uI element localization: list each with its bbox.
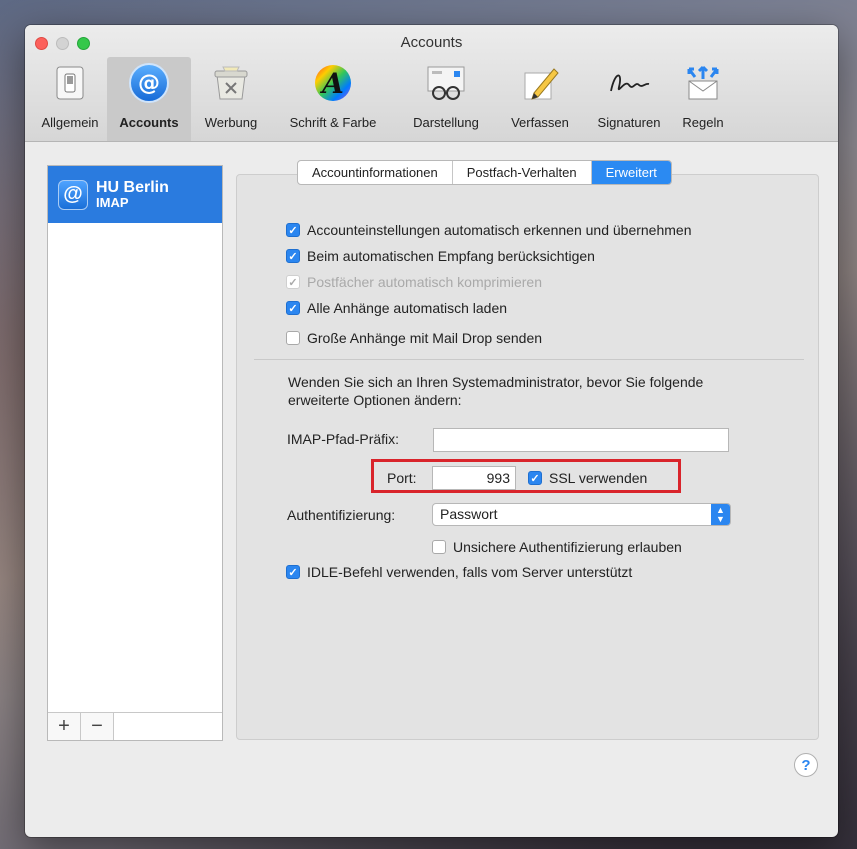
checkbox-checked-icon[interactable]: ✓ <box>286 565 300 579</box>
option-label: IDLE-Befehl verwenden, falls vom Server … <box>307 564 633 580</box>
account-list-buttons: + − <box>48 712 222 740</box>
auth-selected-value: Passwort <box>440 506 498 522</box>
font-color-icon: A <box>311 61 355 105</box>
option-label: Große Anhänge mit Mail Drop senden <box>307 330 543 346</box>
toolbar-item-werbung[interactable]: Werbung <box>191 57 271 141</box>
account-text: HU Berlin IMAP <box>96 179 169 210</box>
signature-icon <box>607 61 651 105</box>
checkbox-checked-icon[interactable]: ✓ <box>286 301 300 315</box>
section-divider <box>254 359 804 360</box>
imap-prefix-label: IMAP-Pfad-Präfix: <box>287 431 400 447</box>
remove-account-button[interactable]: − <box>81 713 114 740</box>
toolbar-item-darstellung[interactable]: Darstellung <box>395 57 497 141</box>
auth-select[interactable]: Passwort ▲ ▼ <box>432 503 731 526</box>
toolbar-item-verfassen[interactable]: Verfassen <box>497 57 583 141</box>
option-idle[interactable]: ✓ IDLE-Befehl verwenden, falls vom Serve… <box>286 564 632 580</box>
account-list: @ HU Berlin IMAP + − <box>47 165 223 741</box>
option-label: Postfächer automatisch komprimieren <box>307 274 542 290</box>
ssl-label: SSL verwenden <box>549 470 648 486</box>
option-label: Beim automatischen Empfang berücksichtig… <box>307 248 595 264</box>
junk-mail-icon <box>209 61 253 105</box>
glasses-icon <box>424 61 468 105</box>
checkbox-unchecked-icon[interactable] <box>432 540 446 554</box>
accounts-window: Accounts Allgemein @ Accounts Werbung A … <box>25 25 838 837</box>
option-label: Accounteinstellungen automatisch erkenne… <box>307 222 692 238</box>
port-label: Port: <box>387 470 417 486</box>
checkbox-checked-icon[interactable]: ✓ <box>286 223 300 237</box>
option-include-auto-fetch[interactable]: ✓ Beim automatischen Empfang berücksicht… <box>286 248 595 264</box>
add-account-button[interactable]: + <box>48 713 81 740</box>
checkbox-checked-icon[interactable]: ✓ <box>528 471 542 485</box>
tab-accountinformationen[interactable]: Accountinformationen <box>298 161 453 184</box>
option-mail-drop[interactable]: Große Anhänge mit Mail Drop senden <box>286 330 542 346</box>
checkbox-disabled-icon: ✓ <box>286 275 300 289</box>
at-sign-icon: @ <box>127 61 171 105</box>
help-button[interactable]: ? <box>794 753 818 777</box>
auth-label: Authentifizierung: <box>287 507 396 523</box>
pencil-icon <box>518 61 562 105</box>
tab-erweitert[interactable]: Erweitert <box>591 161 671 184</box>
imap-prefix-field[interactable] <box>433 428 729 452</box>
account-name: HU Berlin <box>96 179 169 196</box>
toolbar-item-regeln[interactable]: Regeln <box>675 57 731 141</box>
tab-postfach-verhalten[interactable]: Postfach-Verhalten <box>453 161 592 184</box>
svg-text:@: @ <box>138 71 160 96</box>
option-insecure-auth[interactable]: Unsichere Authentifizierung erlauben <box>432 539 682 555</box>
option-download-attachments[interactable]: ✓ Alle Anhänge automatisch laden <box>286 300 507 316</box>
chevron-up-down-icon: ▲ ▼ <box>711 504 730 525</box>
titlebar: Accounts Allgemein @ Accounts Werbung A … <box>25 25 838 142</box>
checkbox-checked-icon[interactable]: ✓ <box>286 249 300 263</box>
tab-bar: Accountinformationen Postfach-Verhalten … <box>297 160 672 185</box>
toolbar-item-allgemein[interactable]: Allgemein <box>33 57 107 141</box>
option-label: Unsichere Authentifizierung erlauben <box>453 539 682 555</box>
switch-icon <box>48 61 92 105</box>
option-auto-detect[interactable]: ✓ Accounteinstellungen automatisch erken… <box>286 222 692 238</box>
option-label: Alle Anhänge automatisch laden <box>307 300 508 316</box>
option-compact-mailboxes: ✓ Postfächer automatisch komprimieren <box>286 274 542 290</box>
option-ssl[interactable]: ✓ SSL verwenden <box>528 470 647 486</box>
window-title: Accounts <box>400 34 463 51</box>
account-row-hu-berlin[interactable]: @ HU Berlin IMAP <box>48 166 222 223</box>
preferences-toolbar: Allgemein @ Accounts Werbung A Schrift &… <box>33 57 731 141</box>
checkbox-unchecked-icon[interactable] <box>286 331 300 345</box>
toolbar-item-accounts[interactable]: @ Accounts <box>107 57 191 141</box>
admin-note: Wenden Sie sich an Ihren Systemadministr… <box>288 374 704 408</box>
account-type: IMAP <box>96 195 129 210</box>
toolbar-item-schrift-farbe[interactable]: A Schrift & Farbe <box>271 57 395 141</box>
rules-envelope-icon <box>681 61 725 105</box>
at-sign-icon: @ <box>58 179 88 210</box>
toolbar-item-signaturen[interactable]: Signaturen <box>583 57 675 141</box>
svg-text:A: A <box>319 67 344 100</box>
port-field[interactable]: 993 <box>432 466 516 490</box>
